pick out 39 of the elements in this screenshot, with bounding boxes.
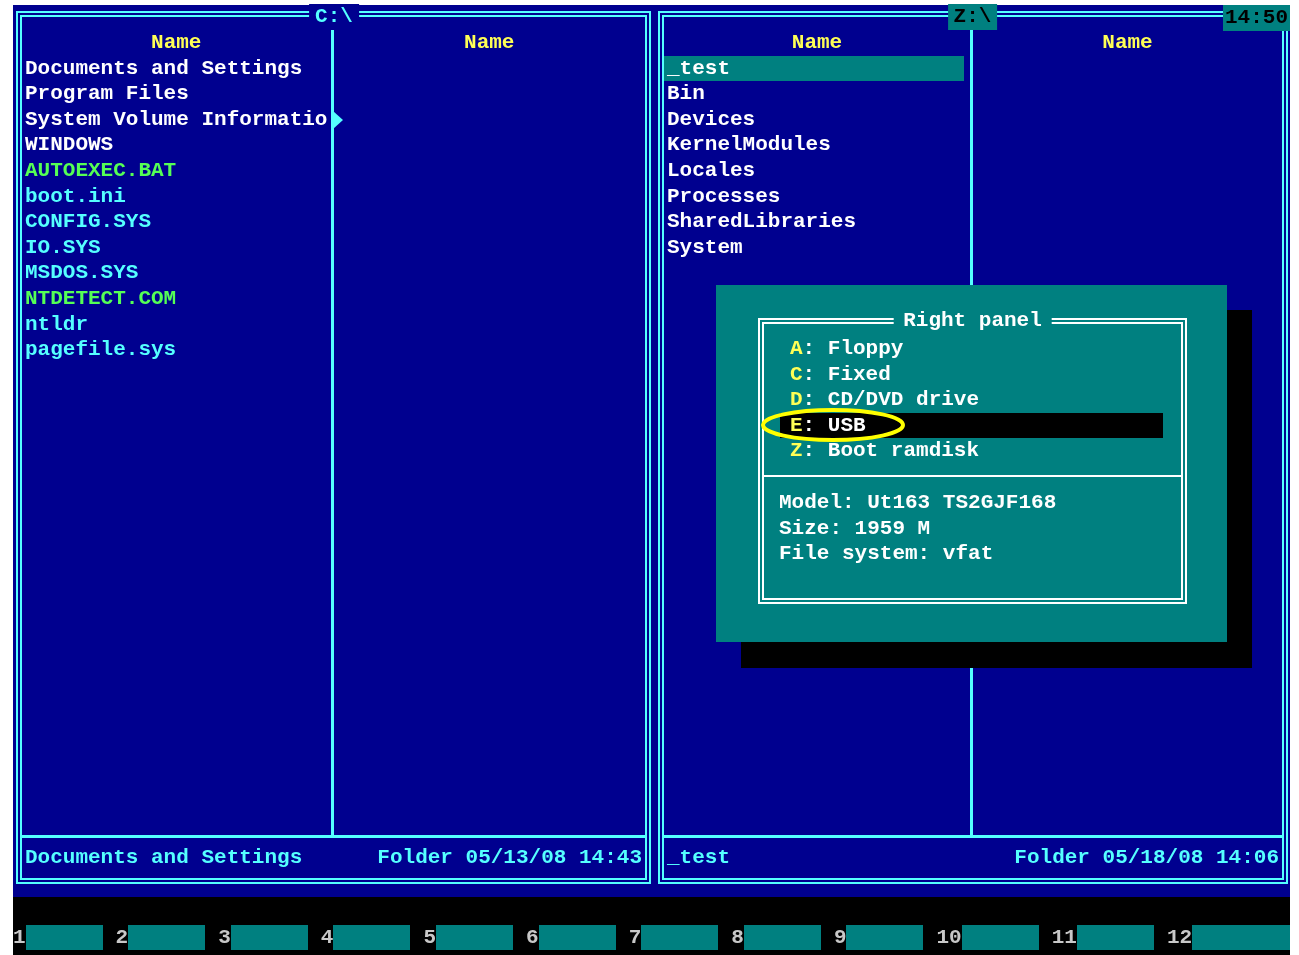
drive-item[interactable]: Z: Boot ramdisk (780, 438, 1163, 464)
status-file-info: Folder 05/18/08 14:06 (1014, 845, 1279, 871)
drive-item[interactable]: E: USB (780, 412, 1163, 439)
panel-path-title: Z:\ (947, 4, 998, 30)
file-item[interactable]: Processes (664, 183, 964, 210)
drive-item[interactable]: D: CD/DVD drive (780, 387, 1163, 413)
file-item[interactable]: IO.SYS (22, 234, 325, 261)
file-item[interactable]: KernelModules (664, 132, 964, 158)
file-item[interactable]: Devices (664, 106, 964, 133)
file-item[interactable]: ntldr (22, 311, 325, 338)
file-item[interactable]: System (664, 234, 964, 261)
panel-path-title: C:\ (309, 4, 359, 30)
file-item[interactable]: WINDOWS (22, 132, 325, 158)
file-item[interactable]: CONFIG.SYS (22, 209, 325, 235)
column-header: Name (150, 30, 203, 56)
column-header: Name (790, 30, 844, 56)
clock: 14:50 (1223, 5, 1290, 31)
status-file-name: _test (667, 845, 730, 871)
file-item[interactable]: Program Files (22, 81, 325, 107)
file-item[interactable]: Documents and Settings (22, 55, 325, 82)
file-item[interactable]: System Volume Informatio (22, 106, 325, 133)
file-item[interactable]: SharedLibraries (664, 209, 964, 235)
status-file-info: Folder 05/13/08 14:43 (377, 845, 642, 871)
file-item[interactable]: AUTOEXEC.BAT (22, 157, 325, 184)
file-item[interactable]: pagefile.sys (22, 337, 325, 363)
file-item[interactable]: NTDETECT.COM (22, 285, 325, 312)
drive-info-line: File system: vfat (779, 541, 995, 567)
file-item[interactable]: MSDOS.SYS (22, 260, 325, 286)
drive-info-line: Model: Ut163 TS2GJF168 (779, 489, 1058, 516)
drive-item[interactable]: A: Floppy (780, 336, 1163, 362)
file-item[interactable]: boot.ini (22, 183, 325, 210)
drive-item[interactable]: C: Fixed (780, 361, 1163, 388)
file-item[interactable]: Locales (664, 157, 964, 184)
file-item[interactable]: _test (664, 55, 964, 82)
column-header: Name (463, 30, 516, 56)
column-header: Name (1101, 30, 1154, 56)
file-item[interactable]: Bin (664, 81, 964, 107)
drive-info-line: Size: 1959 M (779, 515, 932, 542)
status-file-name: Documents and Settings (25, 845, 303, 871)
